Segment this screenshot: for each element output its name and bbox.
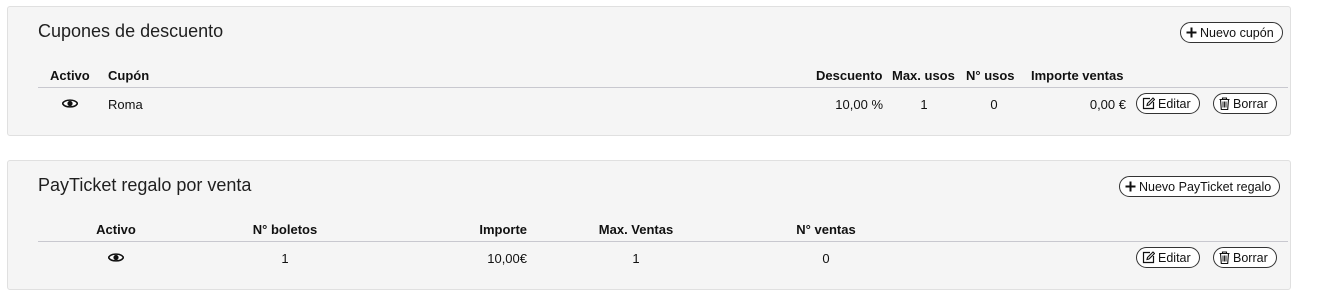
payticket-sales: 0: [822, 251, 830, 266]
delete-button[interactable]: Borrar: [1213, 247, 1277, 268]
col-n-boletos: N° boletos: [252, 222, 318, 237]
edit-icon: [1142, 97, 1155, 110]
col-cupon: Cupón: [108, 68, 150, 83]
trash-icon: [1219, 251, 1230, 264]
eye-icon[interactable]: [108, 252, 124, 263]
delete-label: Borrar: [1233, 96, 1268, 111]
eye-icon[interactable]: [62, 98, 78, 109]
col-max-usos: Max. usos: [892, 68, 955, 83]
coupon-uses: 0: [990, 97, 998, 112]
payticket-panel: PayTicket regalo por venta Nuevo PayTick…: [7, 160, 1291, 290]
payticket-amount: 10,00€: [487, 251, 527, 266]
trash-icon: [1219, 97, 1230, 110]
col-descuento: Descuento: [816, 68, 883, 83]
coupon-sales-amount: 0,00 €: [1089, 97, 1126, 112]
plus-icon: [1186, 27, 1197, 38]
delete-label: Borrar: [1233, 250, 1268, 265]
new-payticket-button[interactable]: Nuevo PayTicket regalo: [1119, 176, 1281, 197]
coupon-name: Roma: [108, 97, 143, 112]
header-divider: [38, 241, 1288, 242]
edit-button[interactable]: Editar: [1136, 93, 1200, 114]
plus-icon: [1125, 181, 1136, 192]
payticket-title: PayTicket regalo por venta: [38, 175, 252, 195]
payticket-tickets: 1: [281, 251, 289, 266]
new-coupon-label: Nuevo cupón: [1200, 25, 1274, 40]
col-n-usos: N° usos: [966, 68, 1015, 83]
new-coupon-button[interactable]: Nuevo cupón: [1180, 22, 1283, 43]
col-activo: Activo: [96, 222, 136, 237]
edit-icon: [1142, 251, 1155, 264]
col-n-ventas: N° ventas: [796, 222, 856, 237]
coupons-title: Cupones de descuento: [38, 21, 224, 41]
header-divider: [38, 87, 1288, 88]
delete-button[interactable]: Borrar: [1213, 93, 1277, 114]
coupons-panel: Cupones de descuento Nuevo cupón Activo …: [7, 6, 1291, 136]
coupon-discount: 10,00 %: [835, 97, 883, 112]
col-importe-ventas: Importe ventas: [1031, 68, 1124, 83]
edit-label: Editar: [1158, 250, 1191, 265]
col-activo: Activo: [50, 68, 90, 83]
col-importe: Importe: [479, 222, 527, 237]
coupon-max-uses: 1: [920, 97, 928, 112]
edit-label: Editar: [1158, 96, 1191, 111]
payticket-max-sales: 1: [632, 251, 640, 266]
new-payticket-label: Nuevo PayTicket regalo: [1139, 179, 1272, 194]
col-max-ventas: Max. Ventas: [598, 222, 674, 237]
edit-button[interactable]: Editar: [1136, 247, 1200, 268]
